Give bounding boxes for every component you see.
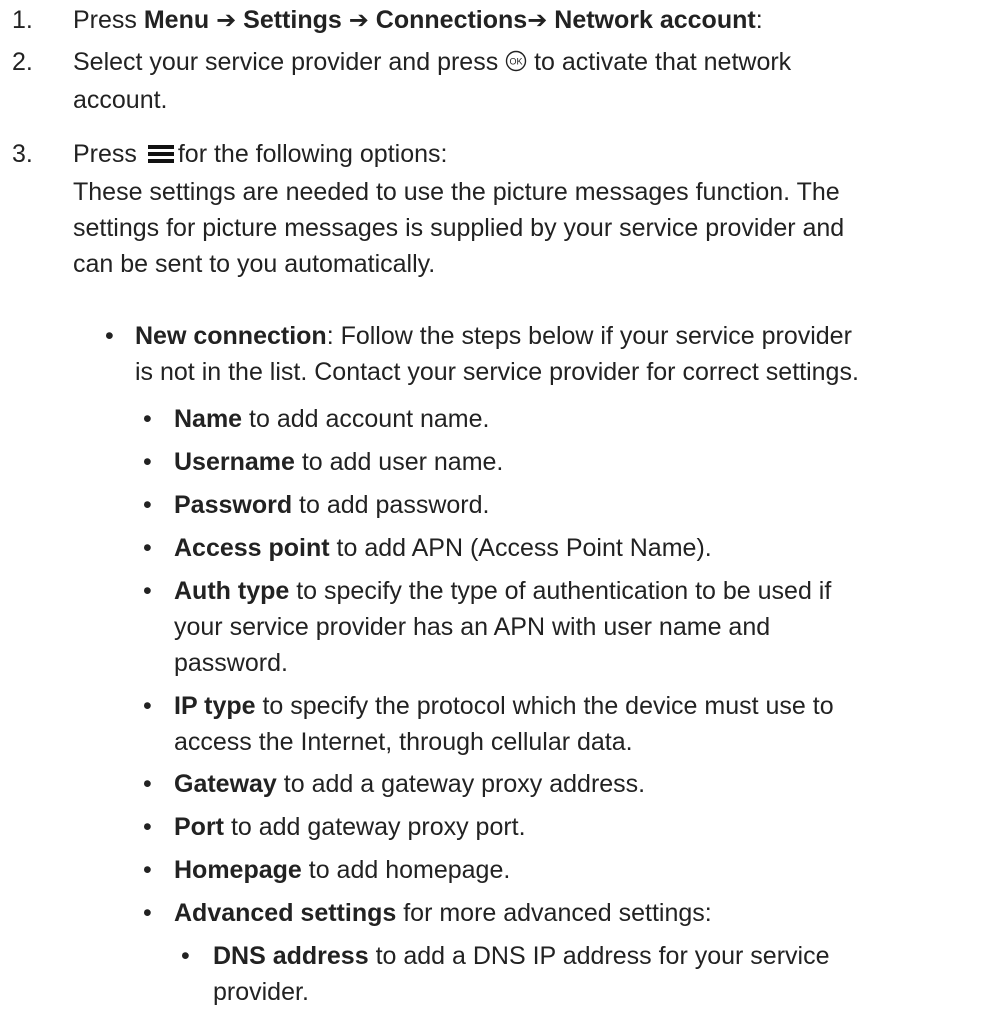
list-item-line: IP type to specify the protocol which th… bbox=[174, 688, 994, 724]
option-label: Homepage bbox=[174, 856, 302, 884]
bullet: • bbox=[143, 813, 152, 841]
step-text-plain: : bbox=[755, 6, 763, 34]
list-item-text: Password to add password. bbox=[174, 487, 994, 523]
bullet: • bbox=[143, 770, 152, 798]
list-item-text: New connection: Follow the steps below i… bbox=[135, 318, 995, 390]
option-description: to add a DNS IP address for your service bbox=[368, 942, 830, 970]
option-description: to add user name. bbox=[294, 448, 504, 476]
list-item-text: Homepage to add homepage. bbox=[174, 852, 994, 888]
step-text-plain: to activate that network bbox=[527, 48, 792, 76]
step-number: 2. bbox=[12, 48, 33, 76]
option-description: to add homepage. bbox=[301, 856, 511, 884]
list-item-line: password. bbox=[174, 649, 288, 677]
list-item-text: IP type to specify the protocol which th… bbox=[174, 688, 994, 760]
step-paragraph-line: These settings are needed to use the pic… bbox=[73, 178, 840, 206]
option-description: to add a gateway proxy address. bbox=[276, 770, 646, 798]
option-label: Auth type bbox=[174, 577, 290, 605]
step-line: account. bbox=[73, 86, 168, 114]
list-item-text: Name to add account name. bbox=[174, 401, 994, 437]
option-label: New connection bbox=[135, 322, 327, 350]
step-number: 3. bbox=[12, 140, 33, 168]
option-label: Password bbox=[174, 491, 293, 519]
option-description: to add account name. bbox=[242, 405, 490, 433]
step-text-plain: Press bbox=[73, 140, 144, 168]
list-item-line: DNS address to add a DNS IP address for … bbox=[213, 938, 993, 974]
step-text: Select your service provider and press O… bbox=[73, 44, 993, 118]
menu-path-settings: Settings bbox=[243, 6, 342, 34]
step-number: 1. bbox=[12, 6, 33, 34]
step-text: Press for the following options: These s… bbox=[73, 136, 993, 282]
arrow-icon: ➔ bbox=[527, 6, 548, 34]
list-item-text: DNS address to add a DNS IP address for … bbox=[213, 938, 993, 1010]
bullet: • bbox=[181, 942, 190, 970]
arrow-icon: ➔ bbox=[216, 6, 237, 34]
menu-path-network-account: Network account bbox=[554, 6, 756, 34]
step-text-plain: Press bbox=[73, 6, 144, 34]
list-item-text: Port to add gateway proxy port. bbox=[174, 809, 994, 845]
ok-button-icon: OK bbox=[505, 46, 527, 82]
bullet: • bbox=[105, 322, 114, 350]
step-text-plain: Select your service provider and press bbox=[73, 48, 506, 76]
option-label: IP type bbox=[174, 692, 256, 720]
option-description: to add gateway proxy port. bbox=[224, 813, 526, 841]
option-description: to specify the protocol which the device… bbox=[255, 692, 834, 720]
bullet: • bbox=[143, 577, 152, 605]
step-paragraph-line: settings for picture messages is supplie… bbox=[73, 214, 845, 242]
option-description: to add APN (Access Point Name). bbox=[329, 534, 712, 562]
option-label: Gateway bbox=[174, 770, 277, 798]
list-item-line: New connection: Follow the steps below i… bbox=[135, 318, 995, 354]
list-item-text: Access point to add APN (Access Point Na… bbox=[174, 530, 994, 566]
step-line: Press for the following options: bbox=[73, 136, 993, 174]
hamburger-menu-icon bbox=[147, 138, 174, 174]
menu-path-menu: Menu bbox=[143, 6, 210, 34]
option-description: : Follow the steps below if your service… bbox=[326, 322, 852, 350]
option-label: Advanced settings bbox=[174, 899, 397, 927]
menu-path-connections: Connections bbox=[375, 6, 528, 34]
option-label: Name bbox=[174, 405, 243, 433]
bullet: • bbox=[143, 692, 152, 720]
step-text: Press Menu ➔ Settings ➔ Connections➔ Net… bbox=[73, 2, 993, 38]
list-item-line: access the Internet, through cellular da… bbox=[174, 728, 633, 756]
option-label: Username bbox=[174, 448, 295, 476]
option-description: to specify the type of authentication to… bbox=[289, 577, 832, 605]
bullet: • bbox=[143, 856, 152, 884]
bullet: • bbox=[143, 899, 152, 927]
step-paragraph-line: can be sent to you automatically. bbox=[73, 250, 436, 278]
bullet: • bbox=[143, 405, 152, 433]
option-label: DNS address bbox=[213, 942, 369, 970]
list-item-line: provider. bbox=[213, 978, 309, 1006]
list-item-text: Username to add user name. bbox=[174, 444, 994, 480]
arrow-icon: ➔ bbox=[348, 6, 369, 34]
option-description: for more advanced settings: bbox=[396, 899, 712, 927]
manual-page: 1. Press Menu ➔ Settings ➔ Connections➔ … bbox=[0, 0, 1000, 1006]
option-label: Port bbox=[174, 813, 224, 841]
svg-text:OK: OK bbox=[510, 57, 523, 67]
option-description: to add password. bbox=[292, 491, 490, 519]
bullet: • bbox=[143, 491, 152, 519]
option-label: Access point bbox=[174, 534, 330, 562]
list-item-text: Gateway to add a gateway proxy address. bbox=[174, 766, 994, 802]
list-item-line: is not in the list. Contact your service… bbox=[135, 358, 859, 386]
step-line: Select your service provider and press O… bbox=[73, 44, 993, 82]
list-item-text: Advanced settings for more advanced sett… bbox=[174, 895, 994, 931]
bullet: • bbox=[143, 448, 152, 476]
list-item-text: Auth type to specify the type of authent… bbox=[174, 573, 994, 681]
step-text-plain: for the following options: bbox=[177, 140, 448, 168]
bullet: • bbox=[143, 534, 152, 562]
list-item-line: your service provider has an APN with us… bbox=[174, 613, 771, 641]
list-item-line: Auth type to specify the type of authent… bbox=[174, 573, 994, 609]
